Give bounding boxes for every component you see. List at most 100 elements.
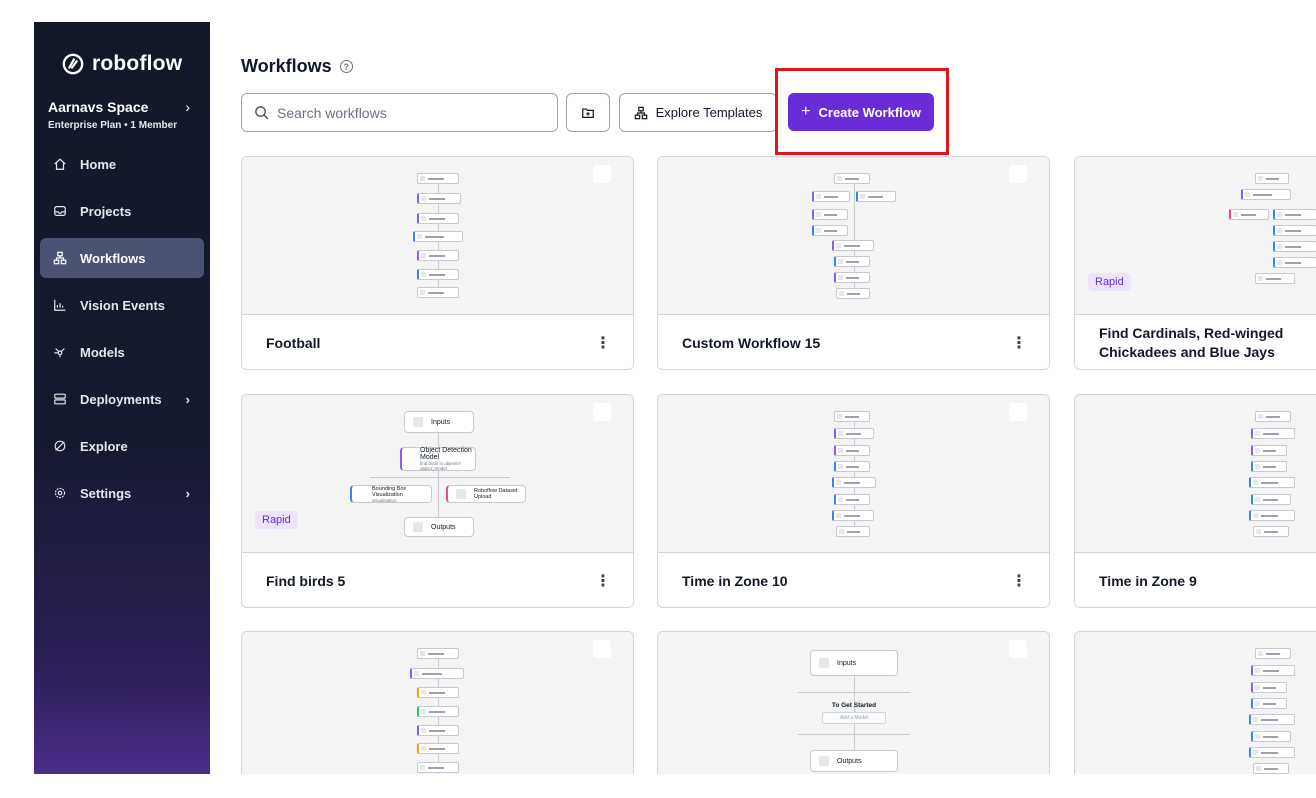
compass-icon xyxy=(52,438,68,454)
card-footer: Football ⋮ xyxy=(242,315,633,369)
brand-name: roboflow xyxy=(92,52,183,75)
workflow-card[interactable]: Inputs Object Detection Model find birds… xyxy=(241,394,634,608)
workflow-card[interactable]: Time in Zone 9 xyxy=(1074,394,1316,608)
page-title-text: Workflows xyxy=(241,56,332,76)
sidebar-item-label: Home xyxy=(80,156,117,172)
select-checkbox[interactable] xyxy=(593,165,611,183)
gear-icon xyxy=(52,485,68,501)
node-label: Outputs xyxy=(431,523,456,531)
search-icon xyxy=(255,106,269,120)
workspace-switcher[interactable]: Aarnavs Space › Enterprise Plan • 1 Memb… xyxy=(48,99,198,131)
search-box[interactable] xyxy=(241,93,558,132)
card-title: Time in Zone 9 xyxy=(1099,572,1197,589)
card-footer: Time in Zone 10 ⋮ xyxy=(658,553,1049,607)
sidebar-nav: Home Projects Workflows Vision Events Mo… xyxy=(40,144,204,520)
chevron-right-icon: › xyxy=(185,485,190,501)
sidebar-item-label: Vision Events xyxy=(80,297,166,313)
rapid-badge: Rapid xyxy=(1088,273,1131,291)
page-title: Workflows ? xyxy=(241,56,353,77)
workspace-plan: Enterprise Plan • 1 Member xyxy=(48,120,178,131)
sidebar-item-vision-events[interactable]: Vision Events xyxy=(40,285,204,325)
select-checkbox[interactable] xyxy=(1009,403,1027,421)
card-footer: Find birds 5 ⋮ xyxy=(242,553,633,607)
roboflow-logo[interactable]: roboflow xyxy=(62,52,182,76)
sidebar-item-workflows[interactable]: Workflows xyxy=(40,238,204,278)
explore-templates-button[interactable]: Explore Templates xyxy=(619,93,777,132)
chart-icon xyxy=(52,297,68,313)
projects-icon xyxy=(52,203,68,219)
get-started-label: To Get Started xyxy=(831,702,877,709)
deployments-icon xyxy=(52,391,68,407)
workflow-card[interactable]: Inputs To Get Started Add a Model Output… xyxy=(657,631,1050,774)
card-footer: Custom Workflow 15 ⋮ xyxy=(658,315,1049,369)
folder-plus-icon xyxy=(582,107,594,118)
create-workflow-label: Create Workflow xyxy=(818,104,921,120)
card-title: Find Cardinals, Red-winged Chickadees an… xyxy=(1099,325,1284,360)
sidebar-item-explore[interactable]: Explore xyxy=(40,426,204,466)
workflow-card[interactable] xyxy=(241,631,634,774)
sidebar-item-projects[interactable]: Projects xyxy=(40,191,204,231)
create-workflow-button[interactable]: + Create Workflow xyxy=(788,93,934,131)
sidebar-item-label: Projects xyxy=(80,203,132,219)
chevron-right-icon: › xyxy=(185,99,190,115)
rapid-badge: Rapid xyxy=(255,511,298,529)
node-sublabel: object_model xyxy=(420,466,447,471)
sidebar-item-models[interactable]: Models xyxy=(40,332,204,372)
sidebar-item-label: Explore xyxy=(80,438,128,454)
more-vertical-icon[interactable]: ⋮ xyxy=(595,571,611,591)
more-vertical-icon[interactable]: ⋮ xyxy=(1011,571,1027,591)
sidebar-item-label: Models xyxy=(80,344,125,360)
workflow-preview xyxy=(242,157,633,315)
workflow-card[interactable] xyxy=(1074,631,1316,774)
new-folder-button[interactable] xyxy=(566,93,610,132)
node-label: Object Detection Model xyxy=(420,447,472,461)
workflow-card[interactable]: Rapid Find Cardinals, Red-winged Chickad… xyxy=(1074,156,1316,370)
card-title: Custom Workflow 15 xyxy=(682,334,821,351)
node-label: Inputs xyxy=(837,659,857,667)
sidebar-item-label: Deployments xyxy=(80,391,162,407)
card-title: Football xyxy=(266,334,321,351)
help-icon[interactable]: ? xyxy=(339,60,353,73)
workflows-icon xyxy=(634,106,647,119)
add-model-button: Add a Model xyxy=(822,712,886,724)
workflow-preview xyxy=(658,157,1049,315)
workflow-preview: Inputs Object Detection Model find birds… xyxy=(242,395,633,553)
sidebar-item-deployments[interactable]: Deployments › xyxy=(40,379,204,419)
select-checkbox[interactable] xyxy=(593,403,611,421)
roboflow-logo-icon xyxy=(62,53,84,75)
workflows-icon xyxy=(52,250,68,266)
card-footer: Time in Zone 9 xyxy=(1075,553,1316,607)
plus-icon: + xyxy=(801,103,811,120)
explore-templates-label: Explore Templates xyxy=(655,105,763,120)
workflow-preview: Inputs To Get Started Add a Model Output… xyxy=(658,632,1049,774)
workflow-card[interactable]: Time in Zone 10 ⋮ xyxy=(657,394,1050,608)
node-label: Bounding Box Visualization xyxy=(372,485,407,498)
select-checkbox[interactable] xyxy=(1009,165,1027,183)
workflow-preview xyxy=(1075,395,1316,553)
sidebar-item-settings[interactable]: Settings › xyxy=(40,473,204,513)
search-input[interactable] xyxy=(277,104,537,121)
home-icon xyxy=(52,156,68,172)
sidebar-item-label: Settings xyxy=(80,485,132,501)
card-title: Time in Zone 10 xyxy=(682,572,788,589)
sidebar-item-home[interactable]: Home xyxy=(40,144,204,184)
sidebar: roboflow Aarnavs Space › Enterprise Plan… xyxy=(34,22,210,774)
more-vertical-icon[interactable]: ⋮ xyxy=(595,333,611,353)
workflow-preview: Rapid xyxy=(1075,157,1316,315)
workflow-preview xyxy=(1075,632,1316,774)
more-vertical-icon[interactable]: ⋮ xyxy=(1011,333,1027,353)
workflow-card[interactable]: Custom Workflow 15 ⋮ xyxy=(657,156,1050,370)
workspace-name: Aarnavs Space xyxy=(48,99,149,115)
select-checkbox[interactable] xyxy=(1009,640,1027,658)
node-label: Roboflow Dataset Upload xyxy=(474,488,518,500)
node-label: Outputs xyxy=(837,757,862,765)
chevron-right-icon: › xyxy=(185,391,190,407)
select-checkbox[interactable] xyxy=(593,640,611,658)
node-label: Inputs xyxy=(431,418,451,426)
sidebar-item-label: Workflows xyxy=(80,250,146,266)
workflow-preview xyxy=(242,632,633,774)
workflow-card[interactable]: Football ⋮ xyxy=(241,156,634,370)
models-icon xyxy=(52,344,68,360)
card-title: Find birds 5 xyxy=(266,572,346,589)
card-footer: Find Cardinals, Red-winged Chickadees an… xyxy=(1075,315,1316,369)
